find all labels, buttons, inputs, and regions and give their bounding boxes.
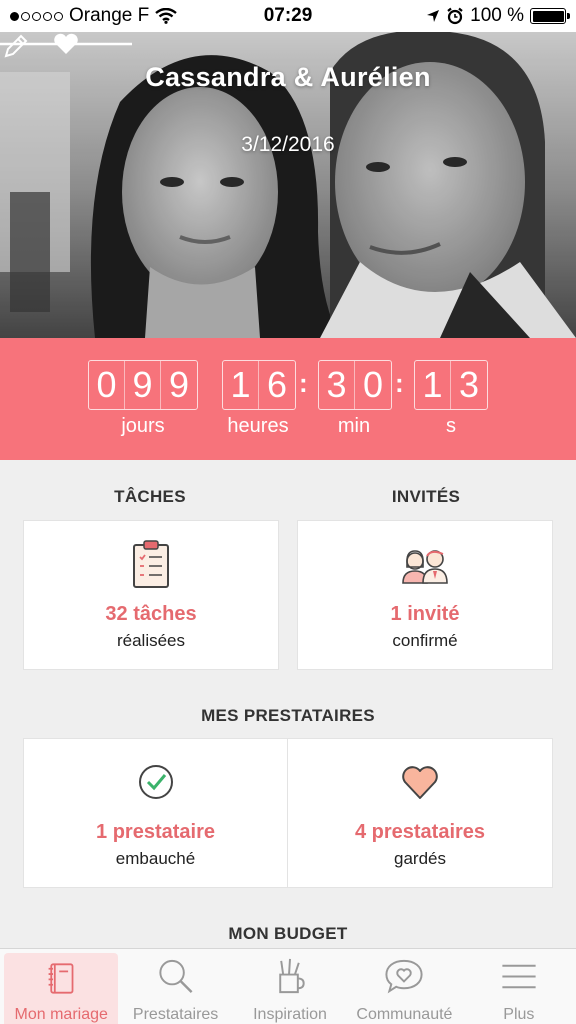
couple-name: Cassandra & Aurélien — [145, 62, 431, 92]
countdown-hours: 1 6 — [222, 360, 296, 410]
countdown-label-seconds: s — [446, 415, 456, 437]
notebook-icon — [48, 963, 74, 994]
edit-pencil-icon[interactable] — [0, 32, 30, 62]
budget-section-title: MON BUDGET — [228, 924, 348, 943]
chat-heart-icon — [385, 959, 423, 994]
tasks-section-title: TÂCHES — [114, 487, 186, 506]
countdown-digit: 1 — [415, 361, 451, 409]
wedding-date: 3/12/2016 — [241, 133, 335, 156]
search-icon — [158, 959, 193, 994]
tab-label: Plus — [503, 1006, 535, 1023]
guests-icon — [402, 550, 448, 584]
vendors-saved-count: 4 prestataires — [354, 821, 486, 843]
countdown-digit: 9 — [168, 364, 190, 405]
vendors-hired-card[interactable]: 1 prestataire embauché — [23, 738, 287, 888]
battery-percentage: 100 % — [470, 5, 524, 26]
vendors-saved-status: gardés — [394, 849, 446, 868]
tab-communaute[interactable]: Communauté — [347, 949, 461, 1024]
countdown-digit: 0 — [89, 361, 125, 409]
countdown-separator: : — [299, 368, 308, 398]
countdown-separator: : — [395, 368, 404, 398]
couple-photo: Cassandra & Aurélien 3/12/2016 — [0, 32, 576, 338]
vendors-saved-card[interactable]: 4 prestataires gardés — [287, 738, 553, 888]
tab-plus[interactable]: Plus — [462, 949, 576, 1024]
tasks-count: 32 tâches — [105, 603, 197, 625]
vendors-hired-status: embauché — [115, 849, 196, 868]
signal-strength-icon — [10, 11, 63, 21]
countdown-digit: 3 — [319, 361, 355, 409]
status-bar: Orange F 07:29 100 % — [0, 0, 576, 32]
countdown-digit: 3 — [458, 364, 480, 405]
battery-icon — [530, 8, 570, 24]
wifi-icon — [155, 8, 178, 24]
guests-count: 1 invité — [390, 603, 460, 625]
clipboard-icon — [133, 540, 169, 588]
tab-label: Prestataires — [132, 1006, 219, 1023]
pencil-cup-icon — [279, 958, 305, 994]
countdown-days: 0 9 9 — [88, 360, 198, 410]
guests-section-title: INVITÉS — [391, 487, 461, 506]
wedding-countdown: 0 9 9 1 6 : 3 0 : 1 3 — [0, 338, 576, 460]
alarm-icon — [447, 7, 463, 25]
tab-label: Communauté — [356, 1006, 453, 1023]
guests-status: confirmé — [392, 631, 458, 650]
tab-label: Mon mariage — [14, 1006, 108, 1023]
countdown-digit: 9 — [125, 361, 161, 409]
location-arrow-icon — [427, 10, 440, 22]
guests-card[interactable]: 1 invité confirmé — [297, 520, 553, 670]
carrier-name: Orange F — [69, 5, 150, 26]
countdown-label-days: jours — [121, 415, 165, 437]
countdown-seconds: 1 3 — [414, 360, 488, 410]
menu-icon — [502, 964, 536, 989]
tab-inspiration[interactable]: Inspiration — [233, 949, 347, 1024]
countdown-minutes: 3 0 — [318, 360, 392, 410]
check-circle-icon — [138, 765, 173, 799]
tasks-card[interactable]: 32 tâches réalisées — [23, 520, 279, 670]
tab-label: Inspiration — [253, 1006, 327, 1023]
countdown-digit: 0 — [362, 364, 384, 405]
bottom-tab-bar: Mon mariage Prestataires Inspiration Com… — [0, 948, 576, 1024]
countdown-label-minutes: min — [337, 415, 371, 437]
countdown-digit: 1 — [223, 361, 259, 409]
vendors-section-title: MES PRESTATAIRES — [201, 706, 375, 725]
tab-mon-mariage[interactable]: Mon mariage — [4, 953, 119, 1024]
tab-prestataires[interactable]: Prestataires — [118, 949, 232, 1024]
countdown-digit: 6 — [266, 364, 288, 405]
heart-icon — [402, 766, 438, 799]
tasks-status: réalisées — [116, 631, 186, 650]
vendors-hired-count: 1 prestataire — [96, 821, 215, 843]
countdown-label-hours: heures — [227, 415, 289, 437]
